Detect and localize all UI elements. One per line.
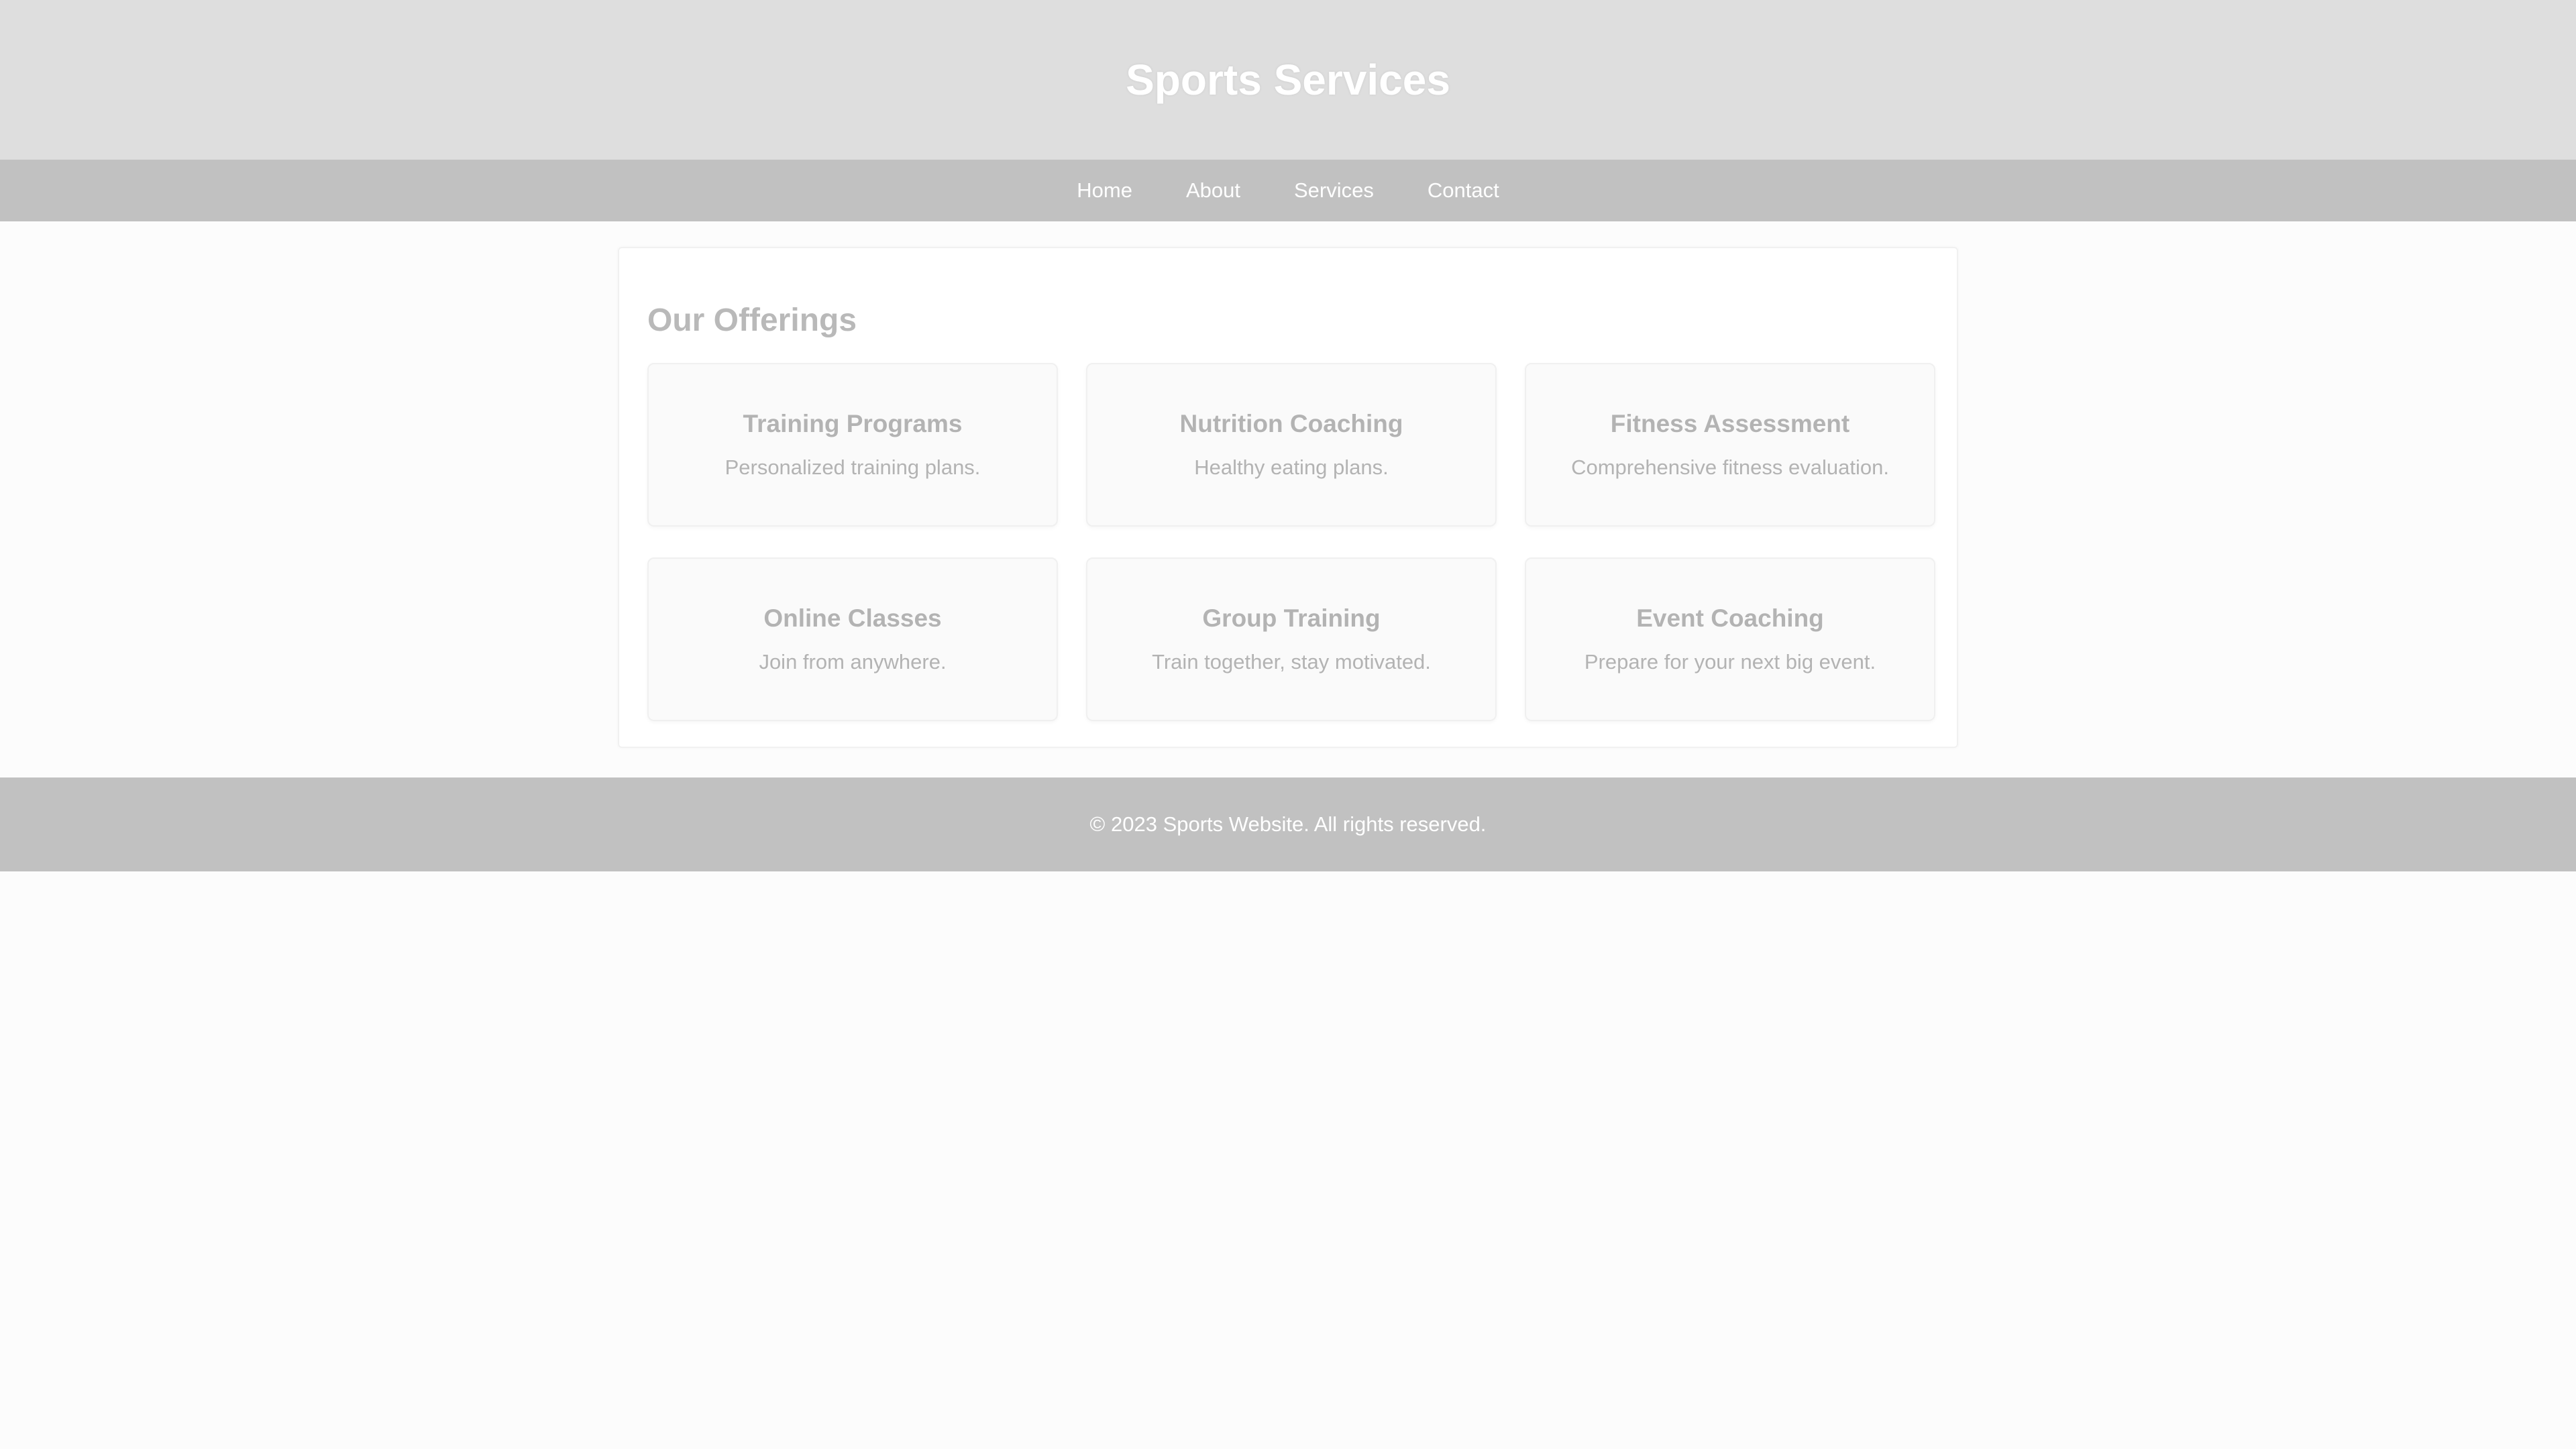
- main-nav: Home About Services Contact: [0, 160, 2576, 221]
- card-title: Training Programs: [743, 410, 963, 437]
- card-title: Group Training: [1202, 604, 1381, 632]
- site-header: Sports Services: [0, 0, 2576, 160]
- card-description: Healthy eating plans.: [1194, 455, 1389, 479]
- offerings-grid: Training Programs Personalized training …: [647, 363, 1935, 721]
- offering-card-event-coaching: Event Coaching Prepare for your next big…: [1525, 557, 1935, 721]
- copyright-text: © 2023 Sports Website. All rights reserv…: [1089, 812, 1487, 836]
- card-description: Prepare for your next big event.: [1584, 650, 1876, 674]
- card-description: Join from anywhere.: [759, 650, 947, 674]
- offering-card-nutrition-coaching: Nutrition Coaching Healthy eating plans.: [1086, 363, 1497, 527]
- nav-link-home[interactable]: Home: [1077, 178, 1132, 203]
- card-title: Event Coaching: [1636, 604, 1824, 632]
- offering-card-fitness-assessment: Fitness Assessment Comprehensive fitness…: [1525, 363, 1935, 527]
- nav-link-about[interactable]: About: [1186, 178, 1240, 203]
- nav-link-contact[interactable]: Contact: [1428, 178, 1499, 203]
- section-title: Our Offerings: [647, 303, 857, 338]
- offering-card-training-programs: Training Programs Personalized training …: [647, 363, 1058, 527]
- card-title: Nutrition Coaching: [1179, 410, 1403, 437]
- nav-link-services[interactable]: Services: [1294, 178, 1374, 203]
- main-content: Our Offerings Training Programs Personal…: [0, 221, 2576, 748]
- offerings-section: Our Offerings Training Programs Personal…: [618, 247, 1958, 748]
- site-footer: © 2023 Sports Website. All rights reserv…: [0, 777, 2576, 871]
- offering-card-online-classes: Online Classes Join from anywhere.: [647, 557, 1058, 721]
- site-title: Sports Services: [1126, 56, 1450, 104]
- card-description: Comprehensive fitness evaluation.: [1571, 455, 1889, 479]
- card-title: Fitness Assessment: [1610, 410, 1850, 437]
- card-title: Online Classes: [763, 604, 942, 632]
- card-description: Personalized training plans.: [724, 455, 981, 479]
- card-description: Train together, stay motivated.: [1152, 650, 1431, 674]
- offering-card-group-training: Group Training Train together, stay moti…: [1086, 557, 1497, 721]
